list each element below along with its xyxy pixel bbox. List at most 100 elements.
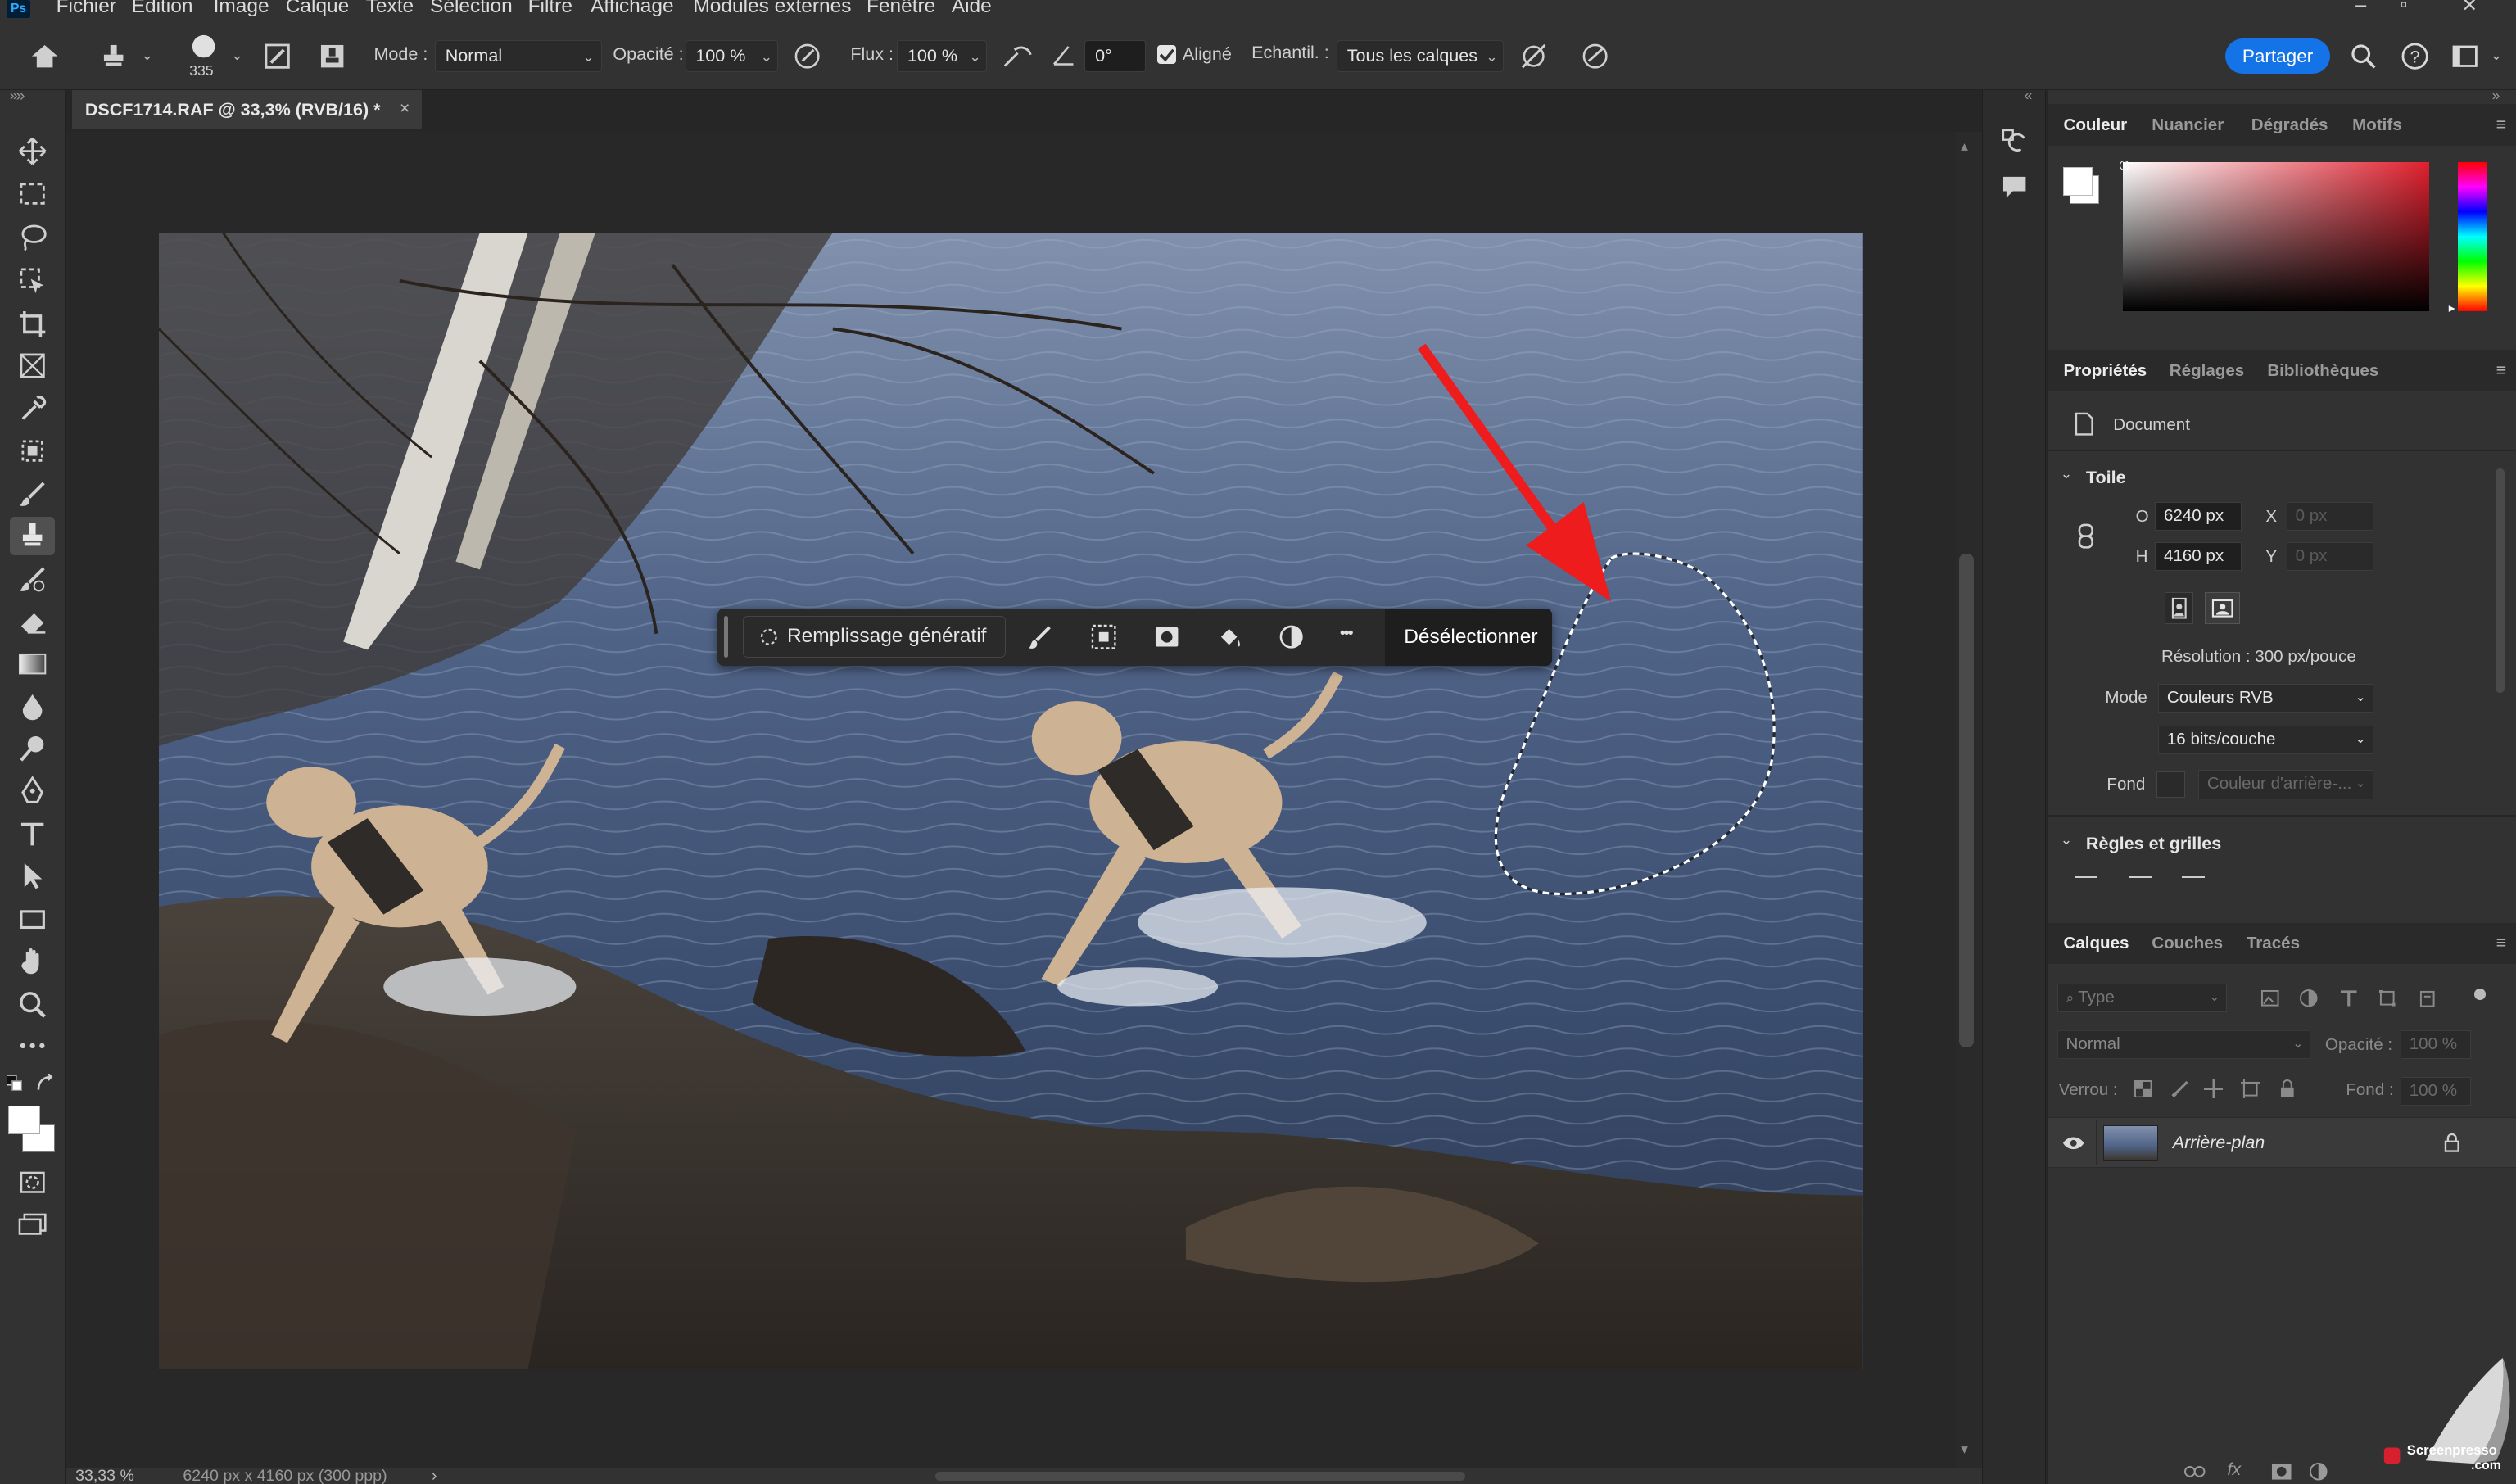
properties-scrollbar-thumb[interactable] [2495, 468, 2505, 694]
filter-type-icon[interactable] [2338, 987, 2360, 1009]
menu-selection[interactable]: Sélection [430, 0, 513, 18]
close-tab-icon[interactable]: × [400, 97, 410, 119]
panel-menu-icon[interactable]: ≡ [2496, 932, 2507, 953]
tab-couleur[interactable]: Couleur [2063, 115, 2127, 135]
foreground-color-swatch[interactable] [7, 1105, 40, 1135]
invert-selection-icon[interactable] [1089, 622, 1118, 651]
minimize-button[interactable]: – [2355, 0, 2366, 16]
workspace-icon[interactable] [2449, 40, 2481, 72]
lock-all-icon[interactable] [2277, 1079, 2297, 1099]
quick-mask-icon[interactable] [10, 1163, 55, 1201]
eyedropper-tool-icon[interactable] [10, 390, 55, 428]
fill-select[interactable]: Couleur d'arrière-... ⌄ [2198, 770, 2373, 799]
hue-slider[interactable] [2458, 161, 2487, 312]
fill-color-swatch[interactable] [2156, 771, 2186, 798]
rulers-section-title[interactable]: Règles et grilles [2086, 833, 2221, 854]
width-input[interactable]: 6240 px [2155, 502, 2242, 532]
fill-bucket-icon[interactable] [1215, 622, 1243, 651]
drag-handle[interactable] [723, 616, 729, 658]
menu-affichage[interactable]: Affichage [591, 0, 674, 18]
filter-shape-icon[interactable] [2377, 987, 2399, 1009]
photo-canvas[interactable] [158, 233, 1863, 1369]
clone-source-icon[interactable] [318, 42, 346, 70]
deselect-button[interactable]: Désélectionner [1384, 608, 1552, 667]
menu-fichier[interactable]: Fichier [57, 0, 116, 18]
panel-menu-icon[interactable]: ≡ [2496, 360, 2507, 381]
status-menu-icon[interactable]: › [432, 1467, 437, 1484]
rectangle-tool-icon[interactable] [10, 900, 55, 939]
generative-fill-button[interactable]: Remplissage génératif [743, 616, 1007, 658]
chevron-down-icon[interactable]: ⌄ [231, 47, 243, 64]
crop-tool-icon[interactable] [10, 305, 55, 343]
hue-slider-handle-icon[interactable]: ▸ [2449, 300, 2455, 316]
blur-tool-icon[interactable] [10, 687, 55, 726]
clone-stamp-tool-icon[interactable] [9, 516, 55, 555]
eraser-tool-icon[interactable] [10, 602, 55, 640]
tab-degrades[interactable]: Dégradés [2251, 115, 2328, 135]
dodge-tool-icon[interactable] [10, 730, 55, 768]
lock-position-icon[interactable] [2203, 1079, 2224, 1099]
chevron-down-icon[interactable]: ⌄ [2491, 47, 2503, 64]
menu-filtre[interactable]: Filtre [528, 0, 572, 18]
clone-stamp-tool-icon[interactable] [97, 40, 132, 72]
menu-fenetre[interactable]: Fenêtre [867, 0, 935, 18]
vertical-scrollbar-thumb[interactable] [1959, 553, 1974, 1048]
bit-depth-select[interactable]: 16 bits/couche ⌄ [2158, 725, 2373, 754]
type-tool-icon[interactable] [10, 815, 55, 853]
menu-aide[interactable]: Aide [952, 0, 992, 18]
history-brush-tool-icon[interactable] [10, 560, 55, 599]
collapse-icon[interactable]: « [2025, 87, 2033, 104]
healing-brush-tool-icon[interactable] [10, 432, 55, 470]
help-icon[interactable]: ? [2399, 40, 2431, 72]
angle-input[interactable]: 0° [1084, 39, 1146, 73]
horizontal-scrollbar-thumb[interactable] [935, 1471, 1465, 1482]
chevron-down-icon[interactable]: ⌄ [141, 47, 153, 64]
airbrush-icon[interactable] [1000, 40, 1035, 72]
link-icon[interactable] [2075, 522, 2097, 550]
adjustment-icon[interactable] [1278, 622, 1306, 651]
expand-icon[interactable]: » [2492, 87, 2500, 104]
y-input[interactable]: 0 px [2286, 542, 2373, 572]
chevron-down-icon[interactable]: ⌄ [2061, 465, 2073, 482]
color-mode-select[interactable]: Couleurs RVB ⌄ [2158, 683, 2373, 713]
flow-input[interactable]: 100 % ⌄ [897, 39, 987, 73]
brush-tool-icon[interactable] [10, 475, 55, 514]
opacity-input[interactable]: 100 % ⌄ [685, 39, 779, 73]
sample-select[interactable]: Tous les calques ⌄ [1337, 39, 1504, 73]
share-button[interactable]: Partager [2225, 38, 2330, 75]
x-input[interactable]: 0 px [2286, 502, 2373, 532]
layer-row[interactable]: Arrière-plan [2047, 1116, 2516, 1169]
filter-pixel-icon[interactable] [2260, 987, 2282, 1009]
tab-couches[interactable]: Couches [2152, 934, 2223, 953]
hand-tool-icon[interactable] [10, 942, 55, 980]
default-colors-icon[interactable] [6, 1075, 23, 1092]
filter-toggle-icon[interactable] [2474, 988, 2486, 1000]
pen-tool-icon[interactable] [10, 771, 55, 810]
home-icon[interactable] [29, 40, 61, 72]
more-options-icon[interactable]: ••• [1340, 624, 1354, 643]
zoom-level[interactable]: 33,33 % [75, 1467, 134, 1484]
brush-settings-icon[interactable] [263, 42, 292, 70]
swap-colors-icon[interactable] [35, 1073, 55, 1093]
tab-calques[interactable]: Calques [2063, 934, 2129, 953]
chevron-down-icon[interactable]: ⌄ [2061, 831, 2073, 848]
comments-panel-icon[interactable] [1998, 170, 2030, 202]
marquee-tool-icon[interactable] [10, 175, 55, 214]
path-selection-tool-icon[interactable] [10, 857, 55, 895]
lasso-tool-icon[interactable] [10, 218, 55, 256]
pressure-opacity-icon[interactable] [791, 40, 823, 72]
aligned-checkbox[interactable] [1156, 44, 1177, 65]
expand-icon[interactable]: » [16, 87, 25, 106]
height-input[interactable]: 4160 px [2155, 542, 2242, 572]
link-layers-icon[interactable] [2183, 1462, 2206, 1482]
document-tab[interactable]: DSCF1714.RAF @ 33,3% (RVB/16) * × [72, 89, 423, 129]
lock-artboard-icon[interactable] [2240, 1079, 2260, 1099]
layer-effects-icon[interactable]: fx [2227, 1459, 2241, 1480]
blend-mode-select[interactable]: Normal ⌄ [2057, 1029, 2311, 1060]
maximize-button[interactable]: ▫ [2401, 0, 2407, 16]
layer-name[interactable]: Arrière-plan [2173, 1132, 2265, 1153]
mask-icon[interactable] [1152, 622, 1181, 651]
history-panel-icon[interactable] [1998, 125, 2030, 157]
color-picker-cursor[interactable] [2120, 160, 2129, 170]
panel-menu-icon[interactable]: ≡ [2496, 114, 2507, 135]
